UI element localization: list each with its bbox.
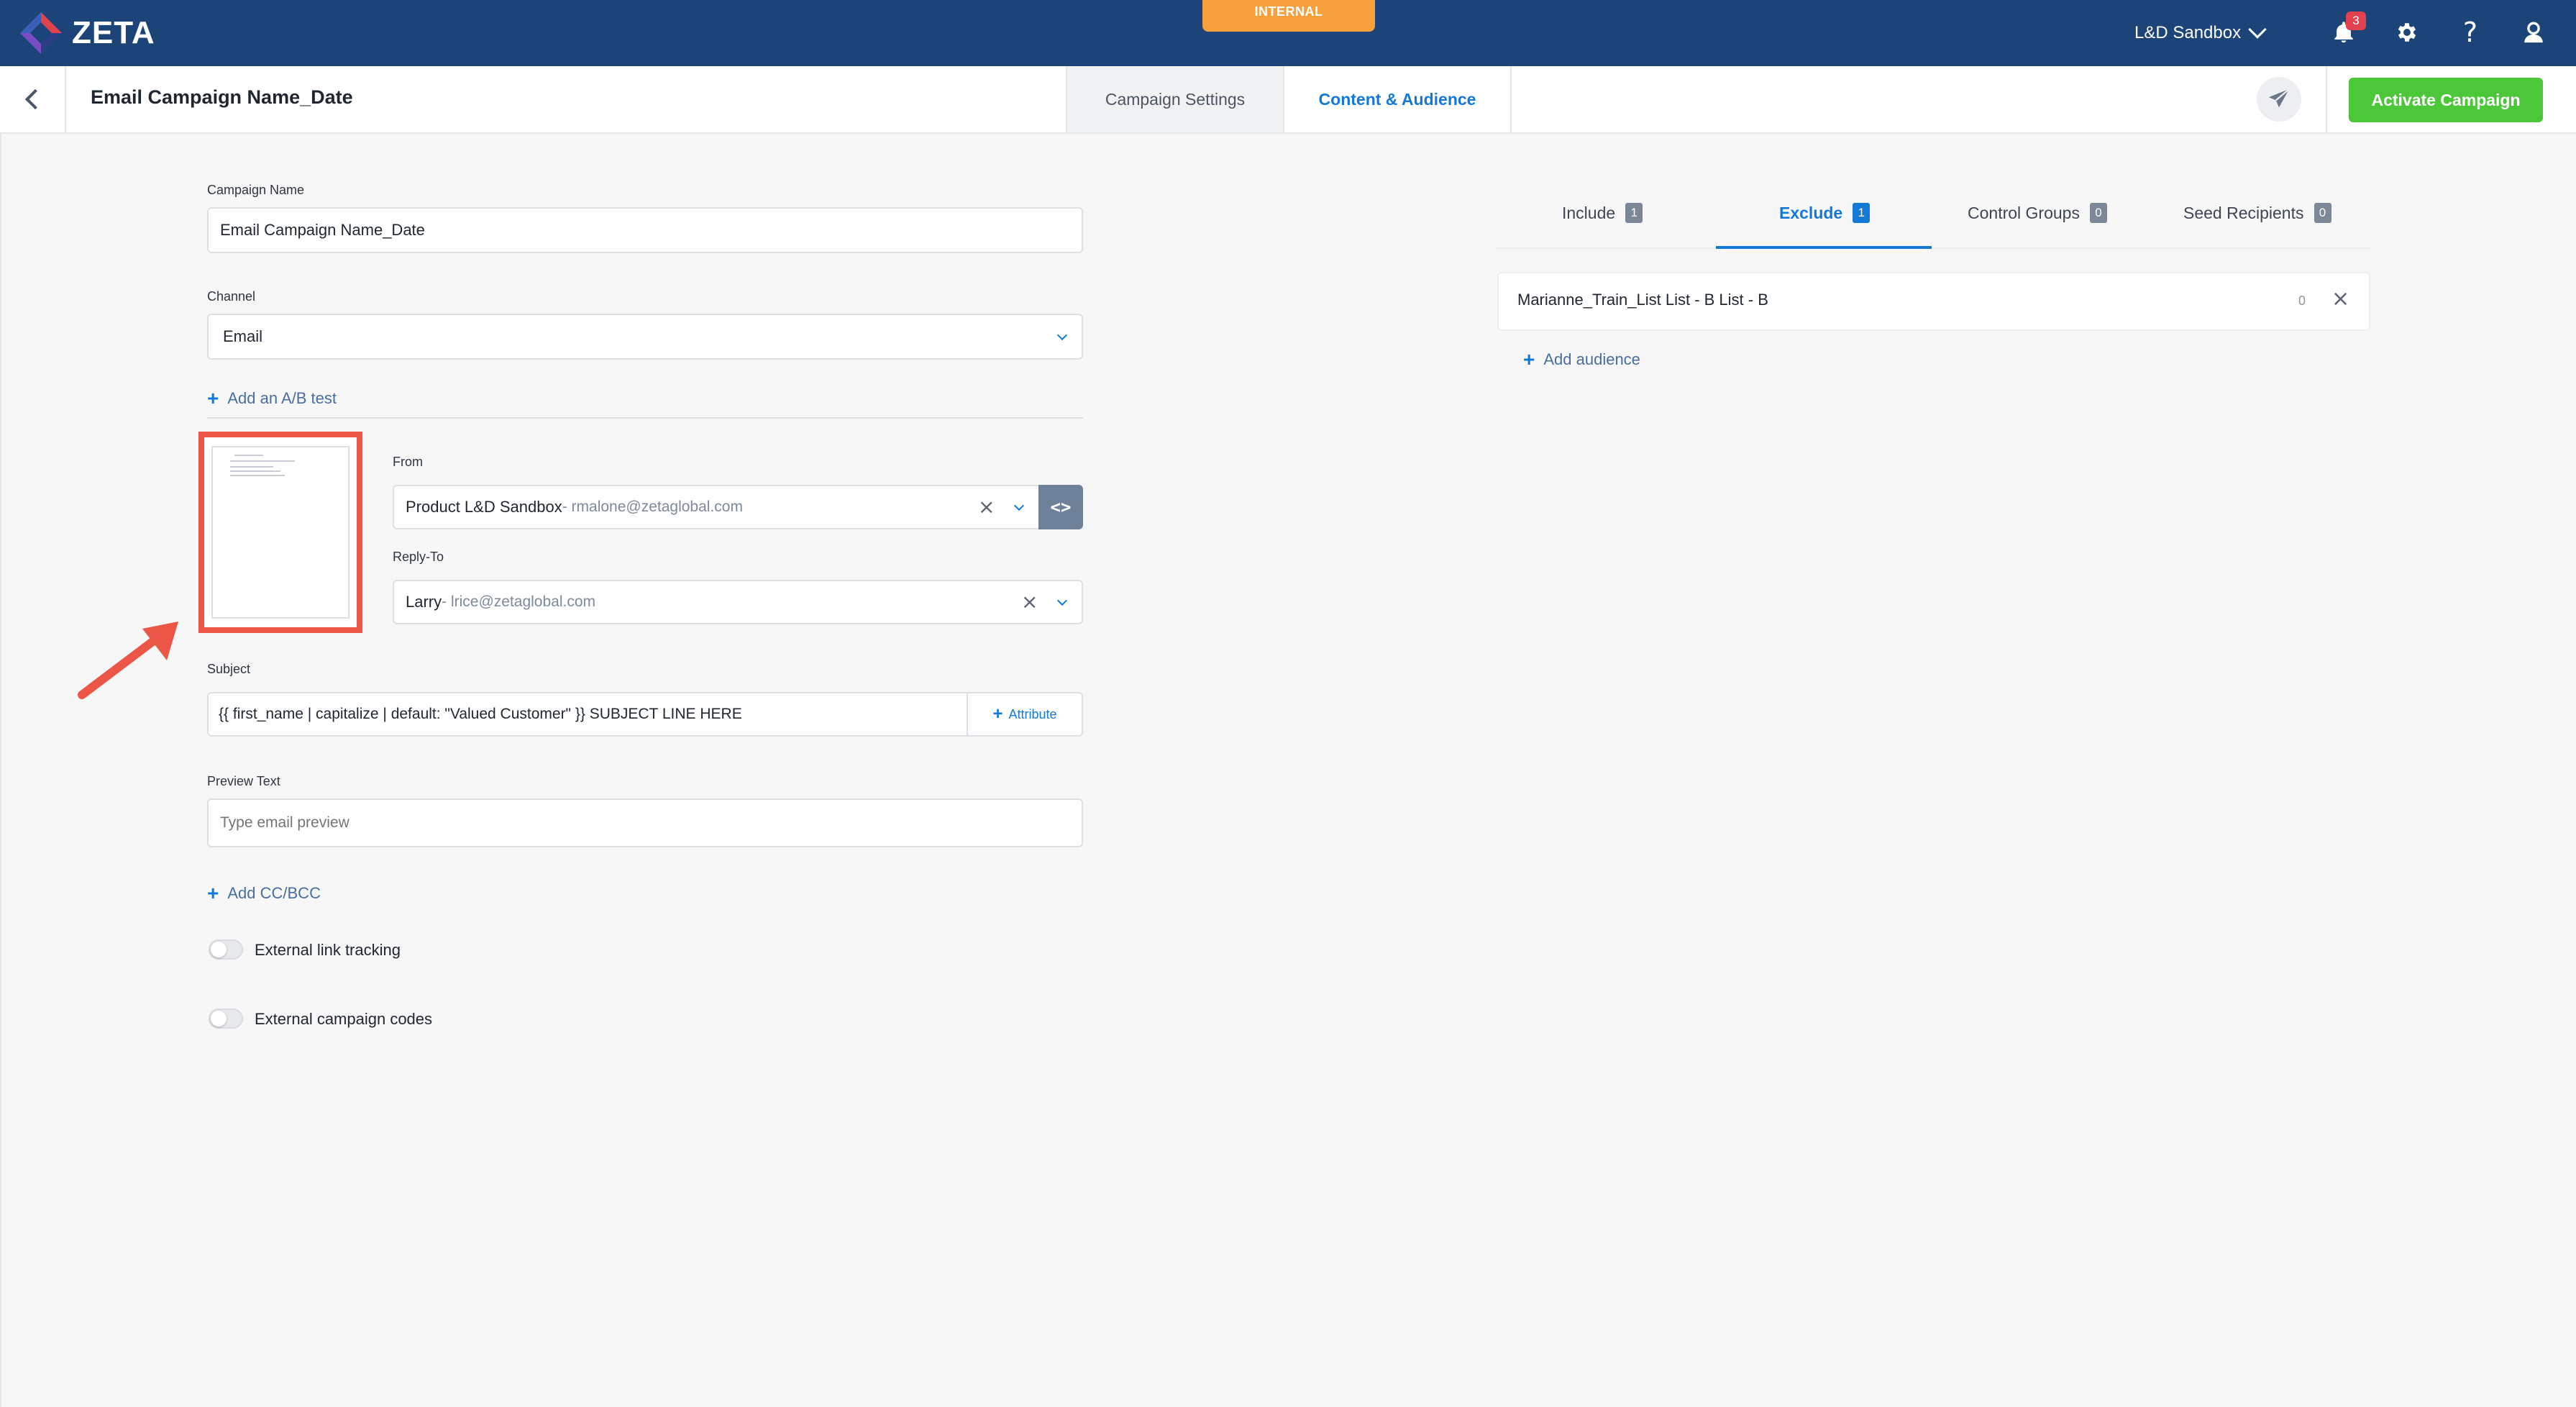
- campaign-name-label: Campaign Name: [207, 183, 305, 197]
- gear-icon: [2398, 23, 2416, 42]
- back-button[interactable]: [0, 66, 66, 132]
- plus-icon: +: [207, 387, 219, 409]
- chevron-down-icon: [1056, 595, 1068, 606]
- audience-tabs-baseline: [1496, 247, 2370, 249]
- insert-attribute-button[interactable]: + Attribute: [967, 693, 1082, 735]
- tab-include-label: Include: [1562, 203, 1616, 222]
- close-icon[interactable]: ×: [2331, 286, 2349, 311]
- add-ab-test-label: Add an A/B test: [227, 389, 337, 407]
- from-email: - rmalone@zetaglobal.com: [562, 498, 743, 515]
- clear-reply-to-icon[interactable]: ×: [1021, 590, 1038, 614]
- tab-seed-recipients[interactable]: Seed Recipients 0: [2183, 199, 2331, 227]
- notifications-button[interactable]: 3: [2327, 12, 2366, 49]
- clear-from-icon[interactable]: ×: [978, 495, 995, 519]
- code-view-button[interactable]: <>: [1038, 485, 1083, 529]
- back-arrow-icon: [24, 88, 46, 110]
- audience-count: 0: [2298, 293, 2306, 308]
- from-name: Product L&D Sandbox: [406, 498, 562, 516]
- tab-seed-recipients-count: 0: [2314, 203, 2331, 223]
- add-audience-link[interactable]: + Add audience: [1523, 348, 1640, 371]
- channel-value: Email: [223, 327, 263, 345]
- reply-to-label: Reply-To: [393, 550, 444, 564]
- help-icon: ?: [2462, 17, 2478, 48]
- external-link-tracking-toggle[interactable]: [209, 939, 243, 960]
- audience-name: Marianne_Train_List List - B List - B: [1517, 291, 1768, 309]
- org-switcher[interactable]: L&D Sandbox: [2134, 19, 2267, 47]
- reply-to-email: - lrice@zetaglobal.com: [442, 593, 596, 610]
- header-divider: [2326, 66, 2327, 132]
- email-preview-page: [211, 446, 350, 619]
- channel-select[interactable]: Email: [207, 314, 1083, 360]
- audience-list-item: Marianne_Train_List List - B List - B 0 …: [1497, 272, 2370, 331]
- preview-text-label: Preview Text: [207, 774, 280, 788]
- left-edge-divider: [0, 134, 1, 1407]
- code-icon: <>: [1050, 497, 1072, 517]
- channel-label: Channel: [207, 289, 256, 304]
- campaign-header: Email Campaign Name_Date Campaign Settin…: [0, 66, 2576, 134]
- from-label: From: [393, 455, 423, 469]
- external-link-tracking-label: External link tracking: [255, 941, 401, 959]
- tab-include-count: 1: [1625, 203, 1643, 223]
- top-nav: ZETA INTERNAL L&D Sandbox 3 ?: [0, 0, 2576, 66]
- tab-exclude[interactable]: Exclude 1: [1779, 199, 1871, 227]
- add-cc-bcc-label: Add CC/BCC: [227, 884, 321, 902]
- tab-control-groups-count: 0: [2089, 203, 2107, 223]
- subject-input[interactable]: {{ first_name | capitalize | default: "V…: [207, 692, 1083, 737]
- plus-icon: +: [207, 882, 219, 904]
- reply-to-name: Larry: [406, 593, 442, 611]
- add-audience-label: Add audience: [1543, 350, 1640, 368]
- external-campaign-codes-label: External campaign codes: [255, 1010, 433, 1028]
- chevron-down-icon: [1056, 329, 1068, 341]
- tab-exclude-count: 1: [1853, 203, 1871, 223]
- subject-label: Subject: [207, 662, 251, 676]
- brand-name: ZETA: [72, 15, 155, 50]
- brand-logo[interactable]: ZETA: [19, 9, 155, 58]
- reply-to-select[interactable]: Larry - lrice@zetaglobal.com ×: [393, 580, 1083, 624]
- send-test-button[interactable]: [2257, 77, 2301, 122]
- preview-line: [230, 460, 295, 462]
- plus-icon: +: [1523, 348, 1535, 370]
- tab-exclude-label: Exclude: [1779, 203, 1843, 222]
- toggle-knob: [211, 1011, 227, 1026]
- from-select[interactable]: Product L&D Sandbox - rmalone@zetaglobal…: [393, 485, 1040, 529]
- environment-badge: INTERNAL: [1202, 0, 1375, 32]
- org-switcher-label: L&D Sandbox: [2134, 23, 2242, 42]
- add-cc-bcc-link[interactable]: + Add CC/BCC: [207, 882, 321, 905]
- toggle-knob: [211, 942, 227, 957]
- preview-line: [230, 475, 285, 476]
- external-campaign-codes-toggle[interactable]: [209, 1008, 243, 1029]
- campaign-name-input[interactable]: Email Campaign Name_Date: [207, 207, 1083, 253]
- active-tab-indicator: [1716, 246, 1932, 249]
- user-icon: [2524, 22, 2543, 43]
- preview-line: [234, 455, 263, 456]
- zeta-logo-icon: [20, 12, 62, 54]
- email-preview-thumbnail[interactable]: [198, 432, 362, 633]
- user-menu-button[interactable]: [2517, 16, 2550, 49]
- tab-control-groups-label: Control Groups: [1968, 203, 2080, 222]
- settings-button[interactable]: [2390, 16, 2424, 49]
- plus-icon: +: [992, 704, 1003, 724]
- tab-campaign-settings[interactable]: Campaign Settings: [1066, 66, 1283, 132]
- tab-include[interactable]: Include 1: [1562, 199, 1643, 227]
- chevron-down-icon: [1013, 500, 1025, 511]
- page-title: Email Campaign Name_Date: [91, 86, 353, 108]
- tab-content-audience[interactable]: Content & Audience: [1283, 66, 1512, 132]
- help-button[interactable]: ?: [2454, 16, 2487, 49]
- tab-seed-recipients-label: Seed Recipients: [2183, 203, 2304, 222]
- send-icon: [2268, 88, 2290, 108]
- section-divider: [207, 417, 1083, 419]
- preview-text-input[interactable]: [207, 798, 1083, 847]
- subject-value: {{ first_name | capitalize | default: "V…: [219, 706, 742, 722]
- tab-control-groups[interactable]: Control Groups 0: [1968, 199, 2107, 227]
- add-ab-test-link[interactable]: + Add an A/B test: [207, 387, 337, 410]
- notification-count-badge: 3: [2346, 12, 2366, 30]
- annotation-arrow-icon: [78, 621, 178, 699]
- attribute-label: Attribute: [1008, 706, 1057, 721]
- preview-line: [230, 466, 273, 468]
- preview-line: [230, 470, 280, 472]
- campaign-name-value: Email Campaign Name_Date: [220, 221, 425, 239]
- chevron-down-icon: [2248, 20, 2267, 39]
- activate-campaign-button[interactable]: Activate Campaign: [2349, 78, 2543, 122]
